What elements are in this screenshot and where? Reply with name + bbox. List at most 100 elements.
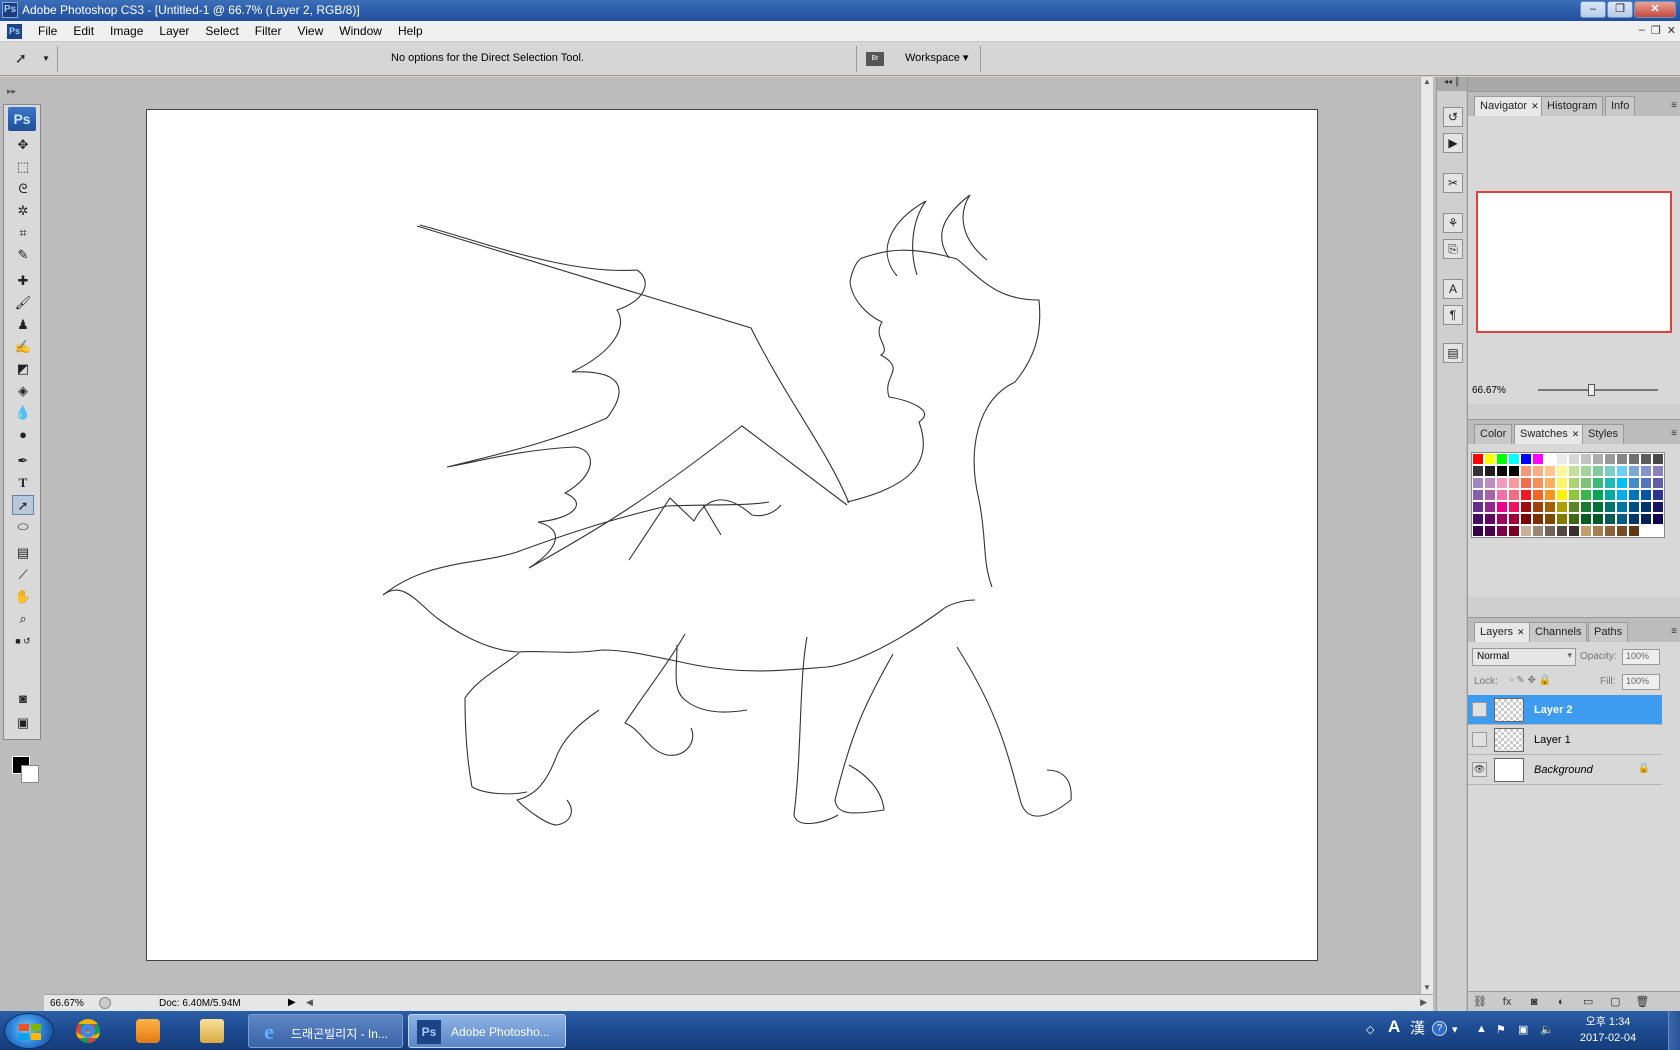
layer-row-layer-1[interactable]: Layer 1 <box>1468 725 1662 755</box>
brush-tool-icon[interactable]: 🖌 <box>12 293 34 313</box>
panel-menu-icon[interactable]: ≡ <box>1671 428 1677 439</box>
color-swatch[interactable] <box>1508 477 1520 489</box>
color-swatch[interactable] <box>1628 501 1640 513</box>
color-swatch[interactable] <box>1592 477 1604 489</box>
options-chevron-icon[interactable]: ▾ <box>1452 1023 1458 1036</box>
color-swatch[interactable] <box>1640 489 1652 501</box>
color-swatch[interactable] <box>1544 453 1556 465</box>
action-center-flag-icon[interactable]: ⚑ <box>1496 1023 1506 1036</box>
layer-style-icon[interactable]: fx <box>1495 992 1519 1012</box>
color-swatch[interactable] <box>1580 501 1592 513</box>
color-swatch[interactable] <box>1652 453 1664 465</box>
color-swatch[interactable] <box>1496 525 1508 537</box>
toolbox-expand-icon[interactable]: ▸▸ <box>7 86 16 97</box>
ellipse-tool-icon[interactable]: ⬭ <box>12 517 34 537</box>
color-swatch[interactable] <box>1568 501 1580 513</box>
color-swatch[interactable] <box>1532 453 1544 465</box>
color-swatch[interactable] <box>1628 453 1640 465</box>
scroll-up-arrow-icon[interactable]: ▲ <box>1423 77 1431 86</box>
scroll-down-arrow-icon[interactable]: ▼ <box>1423 983 1431 992</box>
tab-paths[interactable]: Paths <box>1588 622 1629 642</box>
lock-icons[interactable]: ▫ ✎ ✥ 🔒 <box>1510 675 1551 686</box>
menu-help[interactable]: Help <box>390 24 431 38</box>
background-color-swatch[interactable] <box>21 765 39 783</box>
media-player-taskbar-icon[interactable] <box>124 1014 172 1048</box>
tab-layers[interactable]: Layers ✕ <box>1474 622 1531 642</box>
hanja-mode-indicator[interactable]: 漢 <box>1410 1017 1425 1038</box>
history-brush-tool-icon[interactable]: ✍ <box>12 337 34 357</box>
color-swatch[interactable] <box>1556 489 1568 501</box>
color-swatch[interactable] <box>1604 465 1616 477</box>
color-swatch[interactable] <box>1544 477 1556 489</box>
adjustment-layer-icon[interactable]: ◐ <box>1549 992 1573 1012</box>
crop-tool-icon[interactable]: ⌗ <box>12 223 34 243</box>
lasso-tool-icon[interactable]: ᘓ <box>12 179 34 199</box>
tab-histogram[interactable]: Histogram <box>1541 96 1604 116</box>
color-swatch[interactable] <box>1556 453 1568 465</box>
color-swatch[interactable] <box>1592 489 1604 501</box>
panel-menu-icon[interactable]: ≡ <box>1671 626 1677 637</box>
navigator-preview[interactable] <box>1476 191 1672 333</box>
eraser-tool-icon[interactable]: ◩ <box>12 359 34 379</box>
explorer-taskbar-icon[interactable] <box>188 1014 236 1048</box>
color-swatch[interactable] <box>1520 465 1532 477</box>
minimize-button[interactable]: – <box>1580 1 1606 18</box>
clone-source-palette-icon[interactable]: ⎘ <box>1443 239 1463 259</box>
color-swatch[interactable] <box>1484 525 1496 537</box>
color-swatch[interactable] <box>1580 489 1592 501</box>
color-swatch[interactable] <box>1604 477 1616 489</box>
scroll-left-arrow-icon[interactable]: ◀ <box>306 997 313 1008</box>
tab-navigator[interactable]: Navigator ✕ <box>1474 96 1545 116</box>
color-swatch[interactable] <box>1496 465 1508 477</box>
type-tool-icon[interactable]: T <box>12 473 34 493</box>
color-swatch[interactable] <box>1616 453 1628 465</box>
color-swatch[interactable] <box>1628 513 1640 525</box>
color-swatch[interactable] <box>1508 453 1520 465</box>
color-swatch[interactable] <box>1652 513 1664 525</box>
color-swatch[interactable] <box>1628 465 1640 477</box>
menu-layer[interactable]: Layer <box>151 24 197 38</box>
color-swatch[interactable] <box>1484 501 1496 513</box>
color-swatch[interactable] <box>1592 453 1604 465</box>
clone-stamp-tool-icon[interactable]: ♟ <box>12 315 34 335</box>
color-swatch[interactable] <box>1580 513 1592 525</box>
document-canvas[interactable] <box>146 109 1318 961</box>
fill-field[interactable]: 100% <box>1622 674 1660 690</box>
start-button[interactable] <box>4 1013 54 1049</box>
tab-styles[interactable]: Styles <box>1582 424 1624 444</box>
color-swatch[interactable] <box>1544 513 1556 525</box>
color-swatch[interactable] <box>1616 513 1628 525</box>
color-swatch[interactable] <box>1652 501 1664 513</box>
color-swatch[interactable] <box>1508 501 1520 513</box>
paint-bucket-tool-icon[interactable]: ◈ <box>12 381 34 401</box>
tool-presets-palette-icon[interactable]: ✂ <box>1443 173 1463 193</box>
direct-selection-tool-icon[interactable]: ➚ <box>15 50 27 67</box>
swap-colors-icon[interactable]: ■ ↺ <box>12 631 34 651</box>
color-swatch[interactable] <box>1484 465 1496 477</box>
dodge-tool-icon[interactable]: ● <box>12 425 34 445</box>
brushes-palette-icon[interactable]: ⚘ <box>1443 213 1463 233</box>
color-swatch[interactable] <box>1496 453 1508 465</box>
magic-wand-tool-icon[interactable]: ✲ <box>12 201 34 221</box>
show-hidden-icons-icon[interactable]: ▲ <box>1476 1023 1487 1035</box>
pen-tool-icon[interactable]: ✒ <box>12 451 34 471</box>
eyedropper-tool-icon[interactable]: ⟋ <box>12 565 34 585</box>
color-swatch[interactable] <box>1496 477 1508 489</box>
eye-icon[interactable]: 👁 <box>1472 762 1487 777</box>
color-swatch[interactable] <box>1484 453 1496 465</box>
color-swatch[interactable] <box>1616 465 1628 477</box>
color-swatch[interactable] <box>1604 513 1616 525</box>
color-swatch[interactable] <box>1472 453 1484 465</box>
status-info-icon[interactable] <box>99 997 111 1009</box>
color-swatch[interactable] <box>1472 477 1484 489</box>
menu-view[interactable]: View <box>289 24 331 38</box>
new-group-icon[interactable]: ▭ <box>1576 992 1600 1012</box>
color-swatch[interactable] <box>1496 513 1508 525</box>
new-layer-icon[interactable]: ▢ <box>1603 992 1627 1012</box>
doc-restore-button[interactable]: ❐ <box>1651 24 1661 37</box>
layer-row-layer-2[interactable]: Layer 2 <box>1468 695 1662 725</box>
color-swatch[interactable] <box>1556 525 1568 537</box>
color-swatch[interactable] <box>1496 501 1508 513</box>
quick-mask-icon[interactable]: ◙ <box>12 689 34 709</box>
slider-knob[interactable] <box>1588 384 1595 396</box>
